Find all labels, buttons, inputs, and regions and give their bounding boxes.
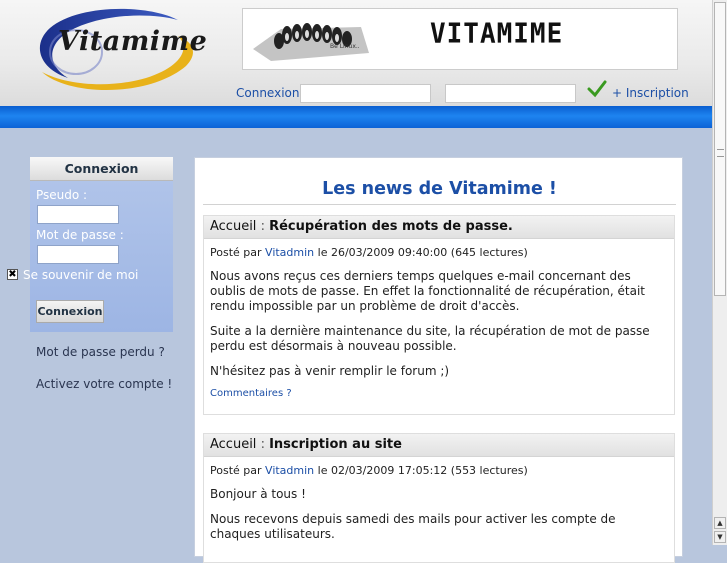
article-date: le 26/03/2009 09:40:00 (645 lectures) [317,246,528,259]
top-pseudo-input[interactable] [300,84,431,103]
article-author-link[interactable]: Vitadmin [265,246,314,259]
article-author-link[interactable]: Vitadmin [265,464,314,477]
article-header: Accueil : Inscription au site [204,434,674,457]
header-banner[interactable]: Be Linux.. VITAMIME [242,8,678,70]
activate-account-link[interactable]: Activez votre compte ! [36,377,172,391]
article-title: Récupération des mots de passe. [269,219,513,234]
pseudo-label: Pseudo : [36,188,88,202]
article-category[interactable]: Accueil [210,437,256,452]
article-paragraph: Nous avons reçus ces derniers temps quel… [210,269,646,313]
sidebar-title: Connexion [30,157,173,181]
comments-link[interactable]: Commentaires ? [204,379,674,403]
inscription-link[interactable]: + Inscription [612,86,689,100]
logo-text: Vitamime [58,26,208,57]
article-separator: : [260,219,265,234]
article-paragraph: Bonjour à tous ! [210,487,306,501]
remember-checkbox[interactable]: ✖ [7,269,18,280]
article-meta: Posté par Vitadmin le 02/03/2009 17:05:1… [204,457,674,477]
news-panel: Les news de Vitamime ! Accueil : Récupér… [194,157,683,563]
scrollbar-thumb[interactable] [714,2,726,296]
title-divider [203,204,676,205]
banner-tagline: Be Linux.. [330,43,360,50]
article-date: le 02/03/2009 17:05:12 (553 lectures) [317,464,528,477]
news-article: Accueil : Inscription au site Posté par … [203,433,675,563]
top-password-input[interactable] [445,84,576,103]
posted-by-label: Posté par [210,464,262,477]
password-label: Mot de passe : [36,228,124,242]
article-title: Inscription au site [269,437,402,452]
article-category[interactable]: Accueil [210,219,256,234]
article-meta: Posté par Vitadmin le 26/03/2009 09:40:0… [204,239,674,259]
article-header: Accueil : Récupération des mots de passe… [204,216,674,239]
checkmark-submit-icon[interactable] [587,79,607,99]
pseudo-input[interactable] [37,205,119,224]
posted-by-label: Posté par [210,246,262,259]
site-header: Vitamime Be Linux.. VITAMIME Connexion +… [0,0,712,106]
article-body: Bonjour à tous ! Nous recevons depuis sa… [204,487,674,542]
article-paragraph: N'hésitez pas à venir remplir le forum ;… [210,364,450,378]
banner-brand: VITAMIME [430,18,564,50]
login-button[interactable]: Connexion [36,300,104,323]
penguins-icon [253,23,369,61]
forgot-password-link[interactable]: Mot de passe perdu ? [36,345,165,359]
news-article: Accueil : Récupération des mots de passe… [203,215,675,415]
scroll-down-button[interactable]: ▼ [714,531,726,543]
nav-bar [0,106,712,128]
article-body: Nous avons reçus ces derniers temps quel… [204,269,674,379]
top-login-label: Connexion [236,86,300,100]
article-paragraph: Suite a la dernière maintenance du site,… [210,324,650,353]
scroll-up-button[interactable]: ▲ [714,517,726,529]
password-input[interactable] [37,245,119,264]
article-paragraph: Nous recevons depuis samedi des mails po… [210,512,616,541]
scrollbar-grip-icon [717,149,724,157]
article-separator: : [260,437,265,452]
page-title: Les news de Vitamime ! [322,179,557,199]
page-scrollbar[interactable]: ▲ ▼ [712,0,727,545]
remember-label: Se souvenir de moi [23,268,139,282]
